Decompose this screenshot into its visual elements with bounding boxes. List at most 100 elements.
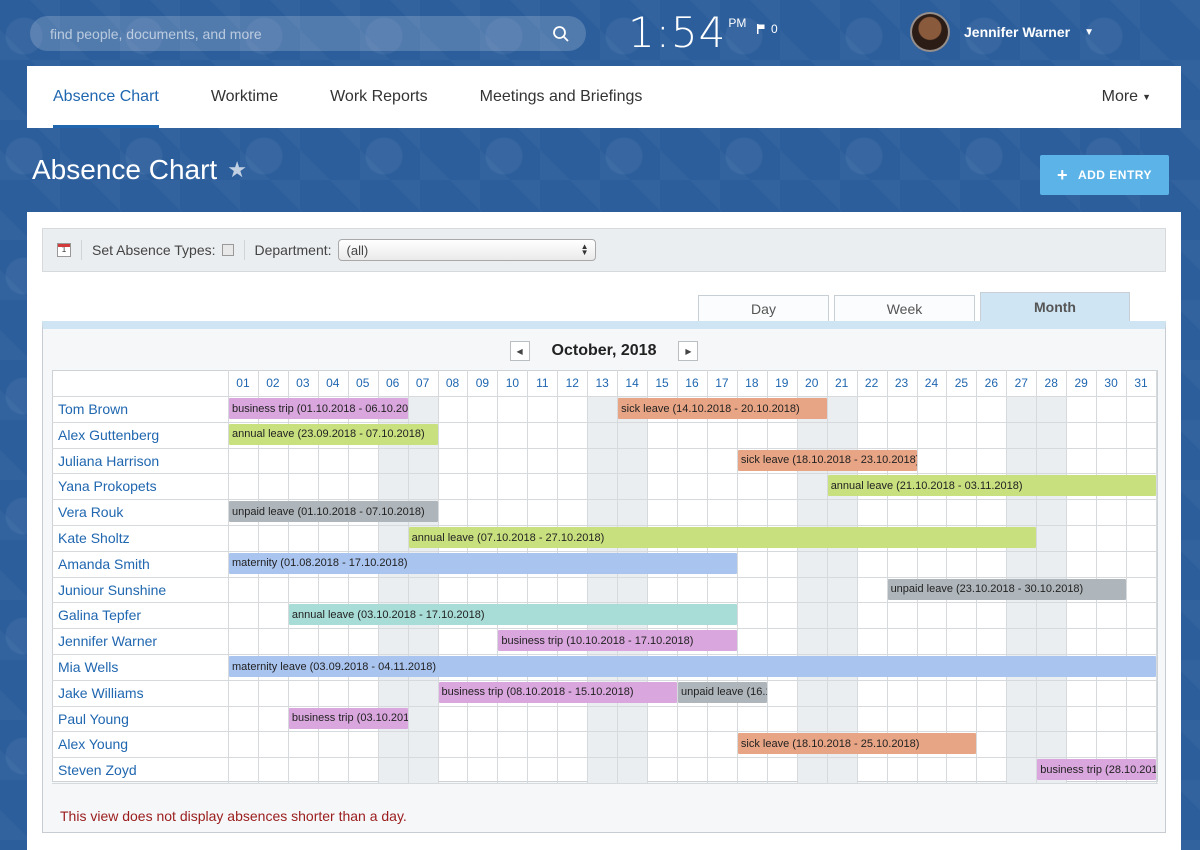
filter-bar: 1 Set Absence Types: Department: (all) ▲…	[42, 228, 1166, 272]
employee-name[interactable]: Paul Young	[58, 706, 129, 732]
absence-bar[interactable]: sick leave (14.10.2018 - 20.10.2018)	[618, 398, 827, 419]
grid-line	[52, 602, 1158, 604]
day-header: 05	[356, 376, 370, 390]
absence-bar[interactable]: business trip (08.10.2018 - 15.10.2018)	[438, 681, 677, 703]
set-absence-types-checkbox[interactable]	[221, 244, 234, 256]
add-entry-button[interactable]: + ADD ENTRY	[1040, 155, 1169, 195]
user-menu[interactable]: Jennifer Warner ▼	[910, 12, 1094, 52]
user-name[interactable]: Jennifer Warner	[964, 24, 1070, 40]
day-header: 02	[266, 376, 280, 390]
department-select[interactable]: (all) ▲ ▼	[337, 239, 596, 261]
tab-month[interactable]: Month	[980, 292, 1130, 321]
info-note: This view does not display absences shor…	[60, 808, 407, 824]
absence-bar[interactable]: business trip (01.10.2018 - 06.10.2018)	[229, 398, 408, 419]
employee-name[interactable]: Mia Wells	[58, 654, 118, 680]
nav-item-work-reports[interactable]: Work Reports	[304, 66, 454, 128]
day-header: 31	[1134, 376, 1148, 390]
grid-line	[52, 731, 1158, 733]
employee-name[interactable]: Vera Rouk	[58, 499, 123, 525]
search-icon[interactable]	[552, 25, 570, 43]
absence-bar[interactable]: unpaid leave (16.10.2018 - 18.10.2018)	[678, 681, 767, 703]
absence-bar[interactable]: sick leave (18.10.2018 - 23.10.2018)	[737, 449, 917, 471]
flag-counter[interactable]: 0	[757, 22, 778, 36]
grid-line	[52, 421, 1158, 423]
content-panel: 1 Set Absence Types: Department: (all) ▲…	[27, 212, 1181, 850]
day-header: 25	[954, 376, 969, 390]
department-label: Department:	[254, 242, 332, 258]
day-header: 12	[565, 376, 579, 390]
day-header: 17	[715, 376, 729, 390]
employee-name[interactable]: Juniour Sunshine	[58, 577, 166, 603]
weekend-column	[617, 396, 648, 783]
calendar-icon[interactable]: 1	[57, 243, 71, 257]
page-title: Absence Chart ★	[32, 154, 247, 186]
absence-bar[interactable]: annual leave (03.10.2018 - 17.10.2018)	[288, 604, 737, 626]
employee-name[interactable]: Kate Sholtz	[58, 525, 130, 551]
clock-ampm: PM	[728, 16, 747, 30]
nav-item-meetings-and-briefings[interactable]: Meetings and Briefings	[454, 66, 669, 128]
grid-line	[52, 396, 1158, 397]
clock-time: 1:54	[628, 8, 727, 57]
clock: 1:54 PM	[628, 8, 746, 57]
employee-name[interactable]: Yana Prokopets	[58, 473, 157, 499]
day-header: 14	[625, 376, 639, 390]
nav-more[interactable]: More ▼	[1076, 66, 1181, 128]
next-month-button[interactable]: ▶	[678, 341, 699, 361]
absence-grid: 01 02 03 04 05 06 07 08 09 10 11 12 13 14 15 16 17 18 19 20…	[52, 370, 1158, 784]
avatar[interactable]	[910, 12, 950, 52]
day-header: 16	[685, 376, 699, 390]
chevron-down-icon: ▼	[1142, 92, 1151, 102]
day-header: 07	[415, 376, 430, 390]
day-header: 19	[775, 376, 789, 390]
day-header: 29	[1074, 376, 1088, 390]
employee-name[interactable]: Alex Young	[58, 731, 128, 757]
add-entry-label: ADD ENTRY	[1077, 168, 1153, 182]
absence-bar[interactable]: annual leave (23.09.2018 - 07.10.2018)	[229, 423, 438, 445]
absence-bar[interactable]: annual leave (21.10.2018 - 03.11.2018)	[827, 475, 1156, 497]
grid-line	[52, 705, 1158, 707]
employee-name[interactable]: Tom Brown	[58, 396, 128, 422]
tab-day[interactable]: Day	[698, 295, 829, 321]
nav-item-worktime[interactable]: Worktime	[185, 66, 304, 128]
absence-bar[interactable]: sick leave (18.10.2018 - 25.10.2018)	[737, 733, 977, 755]
day-header: 20	[805, 376, 819, 390]
employee-name[interactable]: Amanda Smith	[58, 551, 150, 577]
grid-line	[52, 654, 1158, 655]
absence-bar[interactable]: maternity (01.08.2018 - 17.10.2018)	[229, 552, 737, 574]
absence-bar[interactable]: business trip (28.10.2018 - 01.11.2018)	[1037, 759, 1156, 781]
absence-bar[interactable]: annual leave (07.10.2018 - 27.10.2018)	[408, 527, 1037, 548]
day-header: 30	[1104, 376, 1118, 390]
tab-week[interactable]: Week	[834, 295, 975, 321]
absence-bar[interactable]: business trip (03.10.2018 - 06.10.2018)	[288, 707, 408, 729]
employee-name[interactable]: Jennifer Warner	[58, 628, 157, 654]
grid-line	[52, 550, 1158, 552]
grid-line	[52, 576, 1158, 578]
nav-more-label: More	[1101, 88, 1139, 105]
employee-name[interactable]: Jake Williams	[58, 680, 144, 706]
weekend-column	[587, 396, 618, 783]
employee-name[interactable]: Alex Guttenberg	[58, 422, 159, 448]
month-navigation: ◀ October, 2018 ▶	[43, 341, 1165, 361]
absence-chart: ◀ October, 2018 ▶ 01 02 03 04 05 06 07 08 09 10 11…	[42, 321, 1166, 833]
department-value: (all)	[346, 242, 369, 258]
top-header: find people, documents, and more 1:54 PM…	[0, 0, 1200, 66]
day-header: 11	[536, 376, 549, 390]
absence-bar[interactable]: maternity leave (03.09.2018 - 04.11.2018…	[229, 656, 1156, 677]
day-header: 03	[296, 376, 310, 390]
grid-line	[52, 783, 1158, 784]
absence-bar[interactable]: business trip (10.10.2018 - 17.10.2018)	[498, 630, 737, 652]
employee-name[interactable]: Galina Tepfer	[58, 602, 141, 628]
search-input[interactable]: find people, documents, and more	[30, 16, 586, 51]
calendar-icon-day: 1	[61, 245, 67, 254]
absence-bar[interactable]: unpaid leave (01.10.2018 - 07.10.2018)	[229, 501, 438, 523]
nav-item-absence-chart[interactable]: Absence Chart	[27, 66, 185, 128]
employee-name[interactable]: Juliana Harrison	[58, 448, 159, 474]
day-header: 18	[745, 376, 759, 390]
month-label: October, 2018	[551, 342, 657, 359]
employee-name[interactable]: Steven Zoyd	[58, 757, 137, 783]
star-icon[interactable]: ★	[227, 157, 247, 183]
day-header: 28	[1044, 376, 1058, 390]
chevron-down-icon[interactable]: ▼	[1084, 27, 1094, 38]
absence-bar[interactable]: unpaid leave (23.10.2018 - 30.10.2018)	[887, 578, 1127, 600]
prev-month-button[interactable]: ◀	[509, 341, 530, 361]
